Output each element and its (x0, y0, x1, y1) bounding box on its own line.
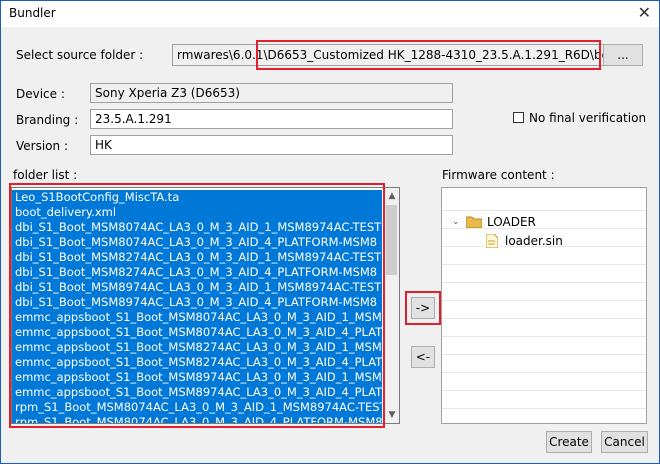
folder-list-scrollbar[interactable]: ▲ ▼ (383, 188, 399, 423)
collapse-chevron-icon[interactable]: ⌄ (452, 217, 460, 227)
folder-list-item[interactable]: emmc_appsboot_S1_Boot_MSM8974AC_LA3_0_M_… (12, 385, 382, 400)
folder-list-item[interactable]: dbi_S1_Boot_MSM8274AC_LA3_0_M_3_AID_4_PL… (12, 265, 382, 280)
device-field: Sony Xperia Z3 (D6653) (90, 83, 453, 103)
folder-list-item[interactable]: dbi_S1_Boot_MSM8274AC_LA3_0_M_3_AID_1_MS… (12, 250, 382, 265)
scroll-up-icon[interactable]: ▲ (384, 188, 399, 204)
branding-field[interactable]: 23.5.A.1.291 (90, 109, 453, 129)
no-final-verification-checkbox[interactable] (513, 112, 524, 123)
folder-list-label: folder list : (13, 168, 78, 182)
folder-list-item[interactable]: emmc_appsboot_S1_Boot_MSM8974AC_LA3_0_M_… (12, 370, 382, 385)
folder-list-items: Leo_S1BootConfig_MiscTA.ta boot_delivery.… (12, 190, 382, 423)
scroll-down-icon[interactable]: ▼ (384, 407, 399, 423)
close-icon[interactable]: ✕ (638, 3, 651, 22)
folder-icon (466, 216, 482, 228)
version-label: Version : (16, 139, 68, 153)
branding-label: Branding : (16, 113, 79, 127)
source-folder-label: Select source folder : (16, 48, 144, 62)
folder-list-item[interactable]: emmc_appsboot_S1_Boot_MSM8074AC_LA3_0_M_… (12, 325, 382, 340)
window-title: Bundler (9, 6, 56, 20)
add-to-firmware-button[interactable]: -> (411, 297, 435, 319)
no-final-verification-label: No final verification (529, 111, 647, 125)
loader-folder-label[interactable]: LOADER (487, 215, 536, 229)
folder-list-item[interactable]: Leo_S1BootConfig_MiscTA.ta (12, 190, 382, 205)
folder-list-item[interactable]: dbi_S1_Boot_MSM8074AC_LA3_0_M_3_AID_4_PL… (12, 235, 382, 250)
version-field[interactable]: HK (90, 135, 453, 155)
folder-list-item[interactable]: dbi_S1_Boot_MSM8074AC_LA3_0_M_3_AID_1_MS… (12, 220, 382, 235)
browse-button[interactable]: ... (603, 44, 643, 66)
folder-list-item[interactable]: boot_delivery.xml (12, 205, 382, 220)
bundler-window: Bundler ✕ Select source folder : rmwares… (0, 0, 660, 464)
folder-list-item[interactable]: dbi_S1_Boot_MSM8974AC_LA3_0_M_3_AID_1_MS… (12, 280, 382, 295)
folder-list-item[interactable]: dbi_S1_Boot_MSM8974AC_LA3_0_M_3_AID_4_PL… (12, 295, 382, 310)
folder-list-item[interactable]: emmc_appsboot_S1_Boot_MSM8274AC_LA3_0_M_… (12, 340, 382, 355)
loader-file-label[interactable]: loader.sin (505, 234, 563, 248)
title-bar: Bundler ✕ (1, 1, 659, 27)
firmware-content-label: Firmware content : (442, 168, 555, 182)
file-icon (486, 234, 498, 248)
folder-list-item[interactable]: rpm_S1_Boot_MSM8074AC_LA3_0_M_3_AID_1_MS… (12, 400, 382, 415)
folder-list[interactable]: Leo_S1BootConfig_MiscTA.ta boot_delivery.… (11, 187, 400, 424)
folder-list-item[interactable]: emmc_appsboot_S1_Boot_MSM8074AC_LA3_0_M_… (12, 310, 382, 325)
create-button[interactable]: Create (546, 431, 592, 453)
firmware-tree[interactable]: ⌄ LOADER loader.sin (441, 187, 647, 424)
remove-from-firmware-button[interactable]: <- (411, 346, 435, 368)
scroll-thumb[interactable] (386, 205, 397, 275)
folder-list-item[interactable]: emmc_appsboot_S1_Boot_MSM8274AC_LA3_0_M_… (12, 355, 382, 370)
source-folder-field[interactable]: rmwares\6.0.1\D6653_Customized HK_1288-4… (172, 44, 604, 66)
cancel-button[interactable]: Cancel (601, 431, 648, 453)
device-label: Device : (16, 87, 65, 101)
folder-list-item[interactable]: rpm_S1_Boot_MSM8074AC_LA3_0_M_3_AID_4_PL… (12, 415, 382, 423)
